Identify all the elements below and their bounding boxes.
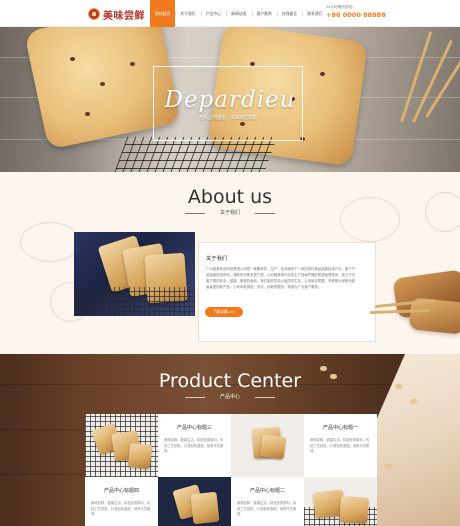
- product-card[interactable]: 产品中心标题四 美味尝鲜，健康生活。精选优质原料，传统工艺烘焙，口感松软香甜，营…: [85, 477, 158, 526]
- nav-item-cases[interactable]: 客户案例: [251, 0, 277, 27]
- about-subtitle-wrap: 关于我们: [185, 209, 275, 217]
- product-desc: 美味尝鲜，健康生活。精选优质原料，传统工艺烘焙，口感松软香甜，营养丰富美味。: [237, 501, 297, 516]
- croissant-sketch: [20, 222, 80, 262]
- product-image[interactable]: [304, 477, 377, 526]
- nav-item-message[interactable]: 在线留言: [276, 0, 302, 27]
- about-title: About us: [187, 186, 273, 208]
- product-card[interactable]: 产品中心标题一 美味尝鲜，健康生活。精选优质原料，传统工艺烘焙，口感松软香甜，营…: [304, 414, 377, 477]
- about-section: About us 关于我们 关于我们 广州某某食品科技有限公司是一家集研发、生产…: [0, 172, 460, 354]
- product-title: Product Center: [158, 370, 302, 392]
- divider-line: [255, 213, 275, 214]
- nav-item-contact[interactable]: 联系我们: [302, 0, 327, 27]
- nav-item-home[interactable]: 网站首页: [150, 0, 175, 27]
- product-subtitle-wrap: 产品中心: [185, 393, 275, 401]
- main-nav: 网站首页 关于我们 产品中心 新闻动态 客户案例 在线留言 联系我们: [150, 0, 328, 27]
- hero-banner: Depardieu 舌尖上的甜蜜 · 美味尽在掌握: [0, 27, 460, 172]
- about-text: 广州某某食品科技有限公司是一家集研发、生产、技术服务于一体的现代食品高新技术产业…: [206, 267, 356, 289]
- toast-image: [190, 491, 220, 525]
- raisin: [320, 72, 325, 76]
- product-section: Product Center 产品中心 产品中心标题三 美味尝鲜，健康生活。精选…: [0, 354, 460, 526]
- product-title-4: 产品中心标题四: [103, 488, 139, 494]
- about-photo: [74, 232, 195, 316]
- raisin: [100, 82, 105, 86]
- banner-script-title: Depardieu: [164, 87, 296, 113]
- raisin: [130, 62, 135, 66]
- more-button[interactable]: 了解详情 >>: [205, 307, 243, 317]
- raisin: [70, 57, 75, 61]
- product-card[interactable]: 产品中心标题三 美味尝鲜，健康生活。精选优质原料，传统工艺烘焙，口感松软香甜，营…: [158, 414, 231, 477]
- hotline-number[interactable]: +86 0000 88888: [326, 11, 386, 19]
- toast-image: [127, 442, 153, 470]
- divider-line: [255, 397, 275, 398]
- nut: [410, 399, 417, 404]
- nut: [385, 464, 392, 469]
- cooling-rack-image: [112, 137, 278, 172]
- rack-image: [74, 287, 195, 316]
- toast-image: [259, 434, 287, 460]
- product-image[interactable]: [231, 414, 304, 477]
- toast-image: [339, 496, 369, 524]
- logo-text: 美味尝鲜: [103, 10, 145, 22]
- wheat-stalk-image: [400, 31, 433, 123]
- nav-item-news[interactable]: 新闻动态: [226, 0, 251, 27]
- site-header: 美味尝鲜 网站首页 关于我们 产品中心 新闻动态 客户案例 在线留言 联系我们 …: [0, 0, 460, 27]
- product-title-1: 产品中心标题一: [322, 425, 358, 431]
- logo[interactable]: 美味尝鲜: [88, 6, 145, 22]
- product-desc: 美味尝鲜，健康生活。精选优质原料，传统工艺烘焙，口感松软香甜，营养丰富美味。: [164, 438, 224, 453]
- product-title-2: 产品中心标题二: [249, 488, 285, 494]
- hotline: 24小时服务热线： +86 0000 88888: [326, 5, 386, 19]
- product-title-3: 产品中心标题三: [176, 425, 212, 431]
- hotline-label: 24小时服务热线：: [326, 5, 356, 9]
- logo-badge-icon: [88, 8, 100, 20]
- product-desc: 美味尝鲜，健康生活。精选优质原料，传统工艺烘焙，口感松软香甜，营养丰富美味。: [91, 501, 151, 516]
- banner-subtitle: 舌尖上的甜蜜 · 美味尽在掌握: [198, 116, 258, 121]
- raisin: [85, 112, 90, 116]
- nav-item-products[interactable]: 产品中心: [200, 0, 226, 27]
- nav-item-about[interactable]: 关于我们: [175, 0, 200, 27]
- product-image[interactable]: [158, 477, 231, 526]
- about-heading: 关于我们: [206, 256, 228, 262]
- product-desc: 美味尝鲜，健康生活。精选优质原料，传统工艺烘焙，口感松软香甜，营养丰富美味。: [310, 438, 370, 453]
- product-card[interactable]: 产品中心标题二 美味尝鲜，健康生活。精选优质原料，传统工艺烘焙，口感松软香甜，营…: [231, 477, 304, 526]
- product-image[interactable]: [85, 414, 158, 477]
